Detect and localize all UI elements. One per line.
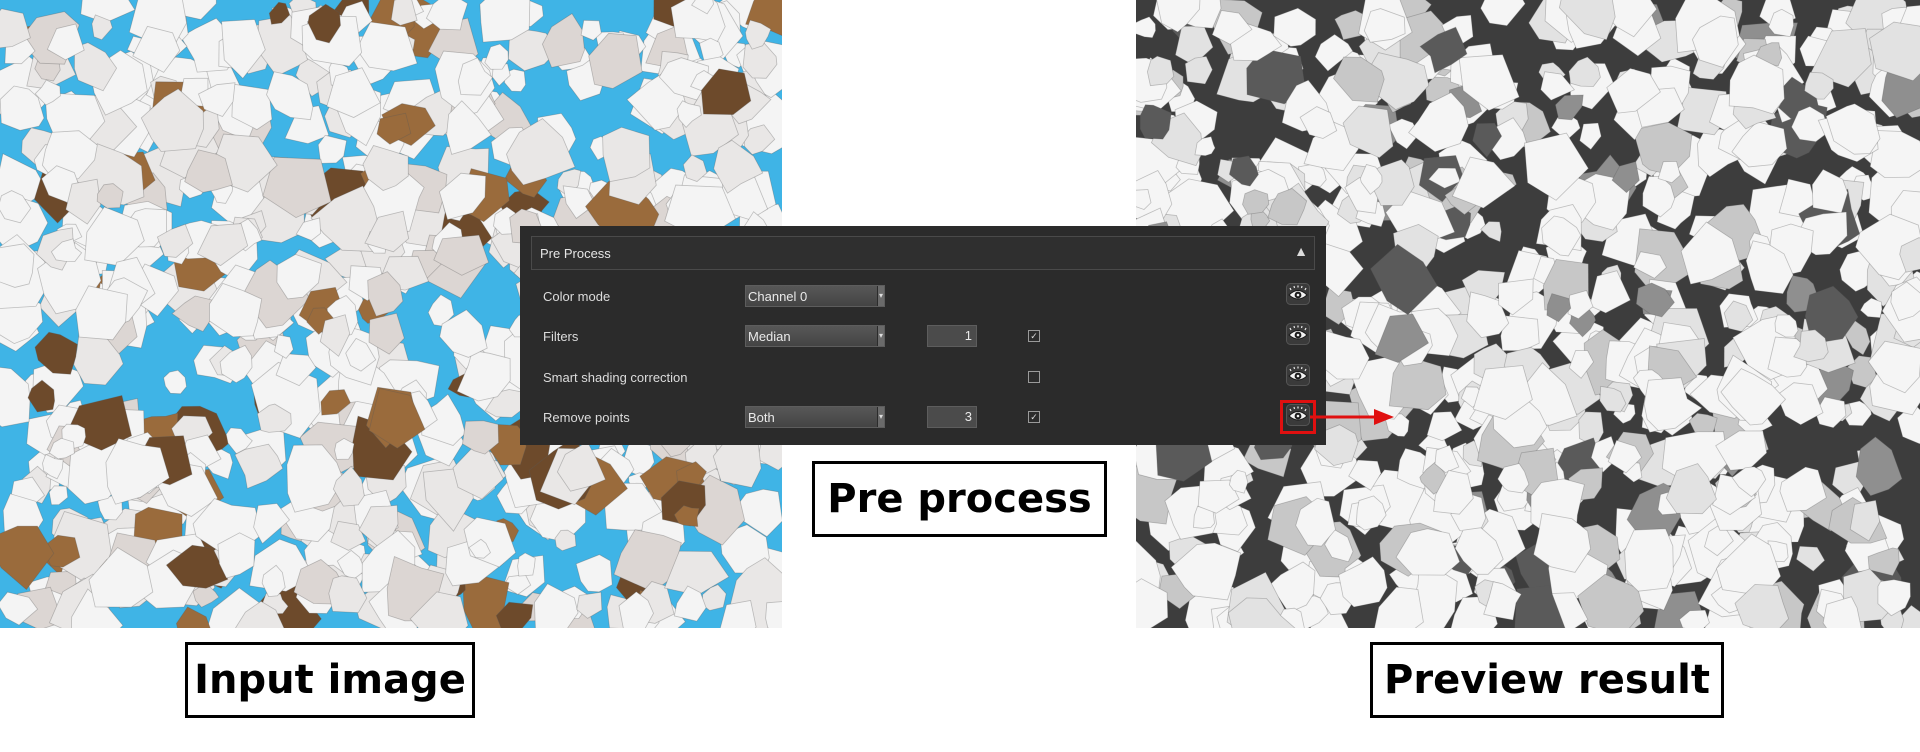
dropdown-arrow-icon[interactable]: ▾ [877, 326, 884, 346]
red-arrow-icon [1310, 409, 1394, 425]
collapse-triangle-icon[interactable]: ▲ [1294, 243, 1308, 259]
preview-result-caption: Preview result [1370, 642, 1724, 718]
remove-points-value: Both [748, 410, 775, 425]
eye-icon [1286, 282, 1310, 310]
eye-icon-glyph [1286, 403, 1310, 426]
remove-points-label: Remove points [543, 410, 630, 425]
panel-title: Pre Process [540, 246, 611, 261]
filters-preview-button[interactable] [1284, 322, 1312, 350]
filters-checkbox[interactable]: ✓ [1028, 330, 1040, 342]
row-color-mode: Color mode Channel 0 ▾ [531, 282, 1315, 310]
row-filters: Filters Median ▾ 1 ✓ [531, 322, 1315, 350]
row-remove-points: Remove points Both ▾ 3 ✓ [531, 400, 1316, 434]
smart-shading-checkbox[interactable] [1028, 371, 1040, 383]
remove-points-size-input[interactable]: 3 [927, 406, 977, 428]
color-mode-preview-button[interactable] [1284, 282, 1312, 310]
color-mode-value: Channel 0 [748, 289, 808, 304]
pre-process-caption: Pre process [812, 461, 1107, 537]
dropdown-arrow-icon[interactable]: ▾ [877, 407, 884, 427]
filters-label: Filters [543, 329, 579, 344]
dropdown-arrow-icon[interactable]: ▾ [877, 286, 884, 306]
filters-dropdown[interactable]: Median ▾ [745, 325, 885, 347]
eye-icon-glyph [1286, 363, 1310, 386]
eye-icon [1286, 403, 1310, 431]
color-mode-label: Color mode [543, 289, 611, 304]
row-smart-shading: Smart shading correction [531, 363, 1315, 391]
eye-icon-glyph [1286, 282, 1310, 305]
panel-header[interactable]: Pre Process ▲ [531, 236, 1315, 270]
filters-size-input[interactable]: 1 [927, 325, 977, 347]
input-image-caption: Input image [185, 642, 475, 718]
smart-shading-preview-button[interactable] [1284, 363, 1312, 391]
eye-icon [1286, 363, 1310, 391]
smart-shading-label: Smart shading correction [543, 370, 688, 385]
color-mode-dropdown[interactable]: Channel 0 ▾ [745, 285, 885, 307]
eye-icon [1286, 322, 1310, 350]
remove-points-checkbox[interactable]: ✓ [1028, 411, 1040, 423]
filters-value: Median [748, 329, 791, 344]
remove-points-dropdown[interactable]: Both ▾ [745, 406, 885, 428]
eye-icon-glyph [1286, 322, 1310, 345]
